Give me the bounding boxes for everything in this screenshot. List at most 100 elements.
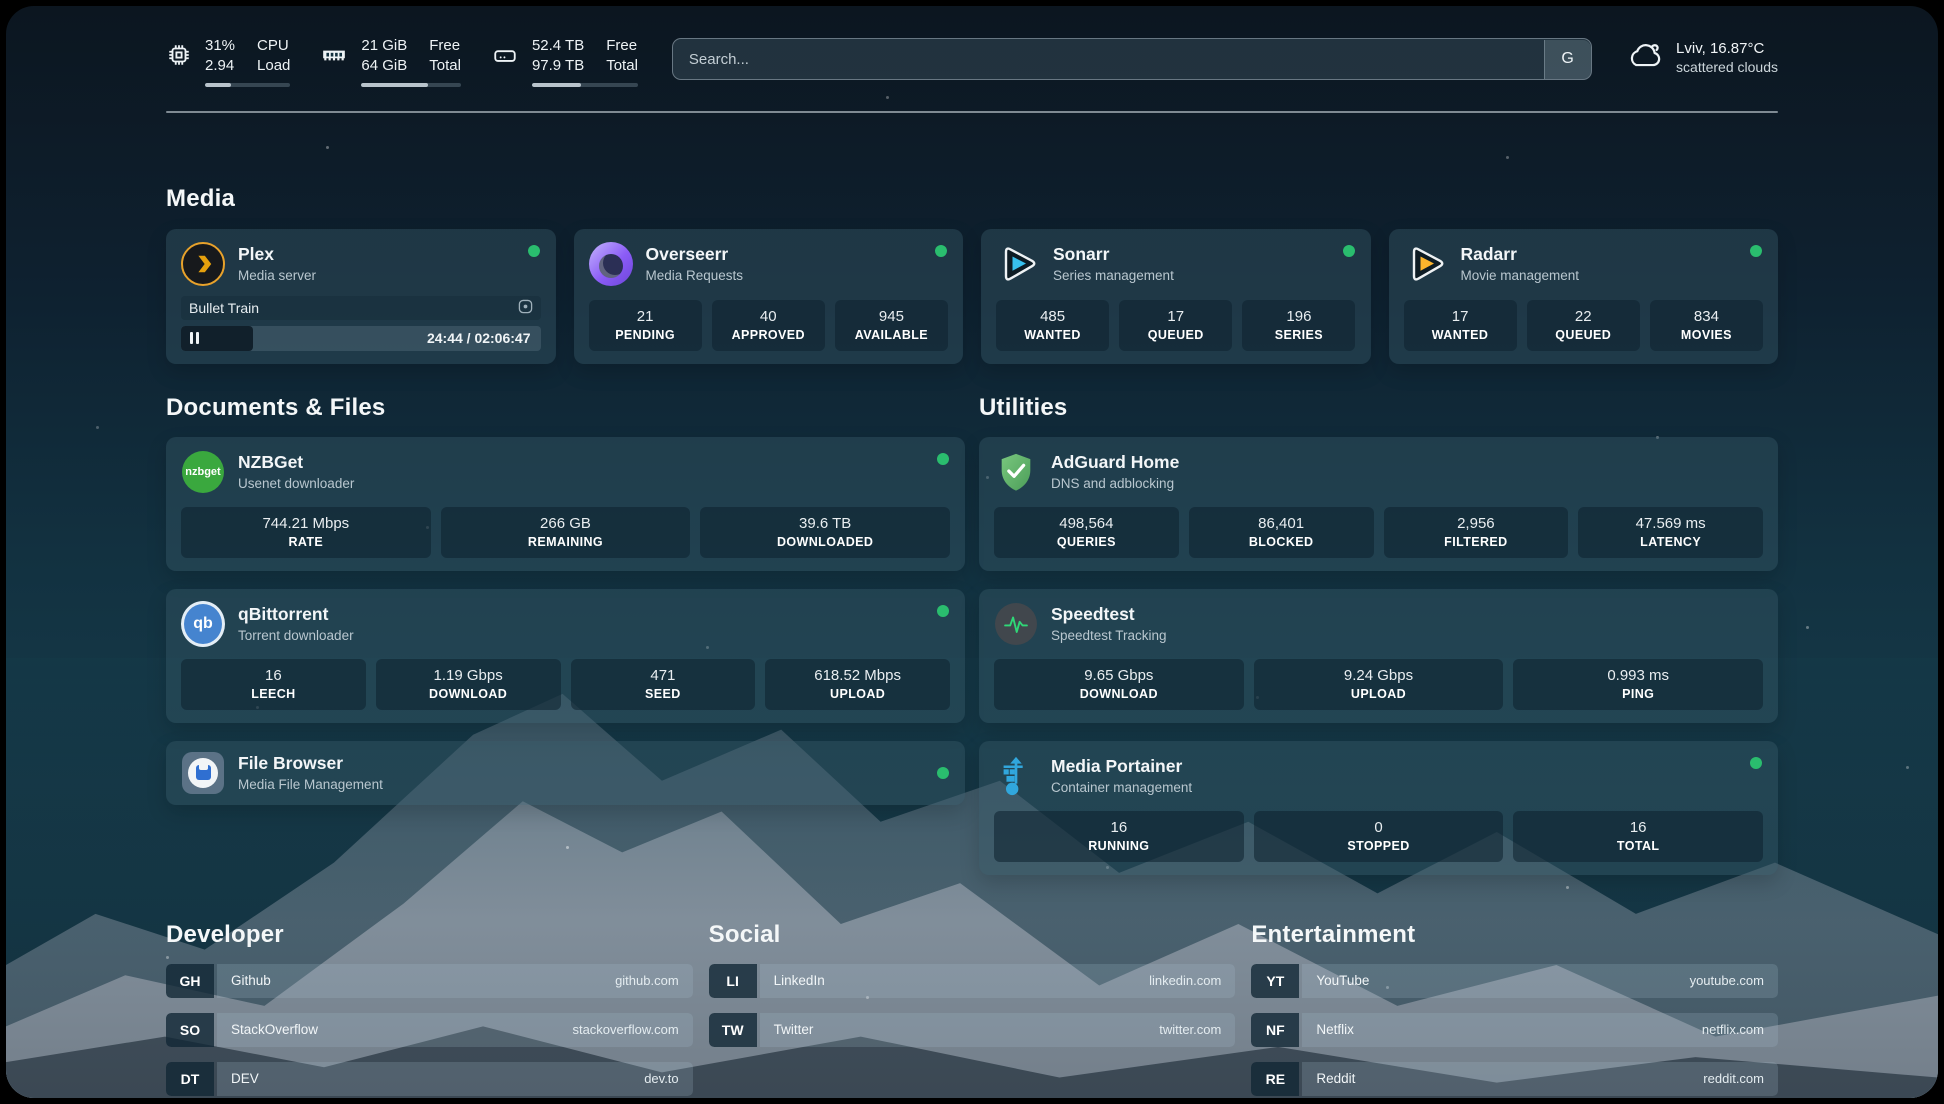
bookmark-url: netflix.com (1702, 1022, 1764, 1037)
bookmark-name: YouTube (1316, 973, 1369, 988)
stat-tile: 39.6 TBDOWNLOADED (700, 507, 950, 558)
bookmark-name: Github (231, 973, 271, 988)
disk-total-value: 97.9 TB (532, 56, 584, 76)
app-name: NZBGet (238, 452, 354, 472)
app-description: Movie management (1461, 268, 1580, 283)
app-card-overseerr[interactable]: Overseerr Media Requests 21PENDING 40APP… (574, 229, 964, 364)
status-dot (528, 245, 540, 257)
stat-tile: 834MOVIES (1650, 300, 1763, 351)
stat-tile: 196SERIES (1242, 300, 1355, 351)
app-card-speedtest[interactable]: Speedtest Speedtest Tracking 9.65 GbpsDO… (979, 589, 1778, 723)
pause-icon (190, 332, 199, 344)
plex-icon (181, 242, 225, 286)
stat-tile: 9.24 GbpsUPLOAD (1254, 659, 1504, 710)
search-input[interactable] (672, 38, 1592, 80)
bookmark-youtube[interactable]: YT YouTube youtube.com (1251, 964, 1778, 998)
app-card-adguard[interactable]: AdGuard Home DNS and adblocking 498,564Q… (979, 437, 1778, 571)
app-description: Torrent downloader (238, 628, 354, 643)
search-engine-button[interactable]: G (1544, 40, 1591, 79)
status-dot (1750, 245, 1762, 257)
cpu-load-label: Load (257, 56, 290, 76)
app-name: File Browser (238, 753, 383, 773)
stat-tile: 16TOTAL (1513, 811, 1763, 862)
stat-tile: 22QUEUED (1527, 300, 1640, 351)
bookmark-name: LinkedIn (774, 973, 825, 988)
disk-free-value: 52.4 TB (532, 36, 584, 56)
app-name: Plex (238, 244, 316, 264)
memory-usage-bar (361, 83, 461, 87)
status-dot (1750, 757, 1762, 769)
cloud-icon (1626, 39, 1664, 76)
app-description: DNS and adblocking (1051, 476, 1179, 491)
section-title-media: Media (166, 185, 1778, 213)
app-card-nzbget[interactable]: nzbget NZBGet Usenet downloader 744.21 M… (166, 437, 965, 571)
stat-tile: 498,564QUERIES (994, 507, 1179, 558)
app-description: Usenet downloader (238, 476, 354, 491)
radarr-icon (1404, 242, 1448, 286)
disk-usage-bar (532, 83, 638, 87)
stat-tile: 16LEECH (181, 659, 366, 710)
bookmark-url: twitter.com (1159, 1022, 1221, 1037)
bookmark-abbr: NF (1251, 1013, 1299, 1047)
app-description: Series management (1053, 268, 1174, 283)
section-title-social: Social (709, 921, 1236, 949)
portainer-icon (994, 754, 1038, 798)
stat-tile: 17WANTED (1404, 300, 1517, 351)
section-title-utilities: Utilities (979, 394, 1778, 422)
app-card-qbittorrent[interactable]: qb qBittorrent Torrent downloader 16LEEC… (166, 589, 965, 723)
bookmark-dev[interactable]: DT DEVdev.to (166, 1062, 693, 1096)
memory-free-label: Free (429, 36, 461, 56)
memory-icon (320, 42, 348, 73)
app-card-radarr[interactable]: Radarr Movie management 17WANTED 22QUEUE… (1389, 229, 1779, 364)
status-dot (937, 605, 949, 617)
bookmark-github[interactable]: GH Githubgithub.com (166, 964, 693, 998)
cpu-stat: 31%2.94 CPULoad (166, 36, 290, 87)
disk-icon (491, 42, 519, 73)
plex-now-playing: Bullet Train 24:44 / 02:06:47 (181, 296, 541, 351)
cpu-load-value: 2.94 (205, 56, 235, 76)
app-name: AdGuard Home (1051, 452, 1179, 472)
bookmark-abbr: YT (1251, 964, 1299, 998)
bookmark-netflix[interactable]: NF Netflix netflix.com (1251, 1013, 1778, 1047)
app-card-filebrowser[interactable]: File Browser Media File Management (166, 741, 965, 805)
bookmark-name: Reddit (1316, 1071, 1355, 1086)
weather-condition: scattered clouds (1676, 59, 1778, 75)
bookmark-url: linkedin.com (1149, 973, 1221, 988)
bookmark-url: youtube.com (1690, 973, 1764, 988)
nzbget-icon: nzbget (181, 450, 225, 494)
app-description: Media Requests (646, 268, 744, 283)
bookmark-name: StackOverflow (231, 1022, 318, 1037)
memory-free-value: 21 GiB (361, 36, 407, 56)
search-bar: G (672, 38, 1592, 80)
bookmark-linkedin[interactable]: LI LinkedInlinkedin.com (709, 964, 1236, 998)
bookmark-abbr: TW (709, 1013, 757, 1047)
weather-widget: Lviv, 16.87°C scattered clouds (1626, 39, 1778, 76)
bookmark-reddit[interactable]: RE Redditreddit.com (1251, 1062, 1778, 1096)
app-card-portainer[interactable]: Media Portainer Container management 16R… (979, 741, 1778, 875)
session-disc-icon (518, 299, 533, 317)
bookmark-stackoverflow[interactable]: SO StackOverflowstackoverflow.com (166, 1013, 693, 1047)
weather-location-temp: Lviv, 16.87°C (1676, 40, 1778, 57)
bookmark-twitter[interactable]: TW Twittertwitter.com (709, 1013, 1236, 1047)
bookmark-name: Netflix (1316, 1022, 1354, 1037)
qbittorrent-icon: qb (181, 602, 225, 646)
cpu-label: CPU (257, 36, 290, 56)
app-name: Sonarr (1053, 244, 1174, 264)
system-stats: 31%2.94 CPULoad (166, 36, 638, 87)
bookmark-url: reddit.com (1703, 1071, 1764, 1086)
stat-tile: 945AVAILABLE (835, 300, 948, 351)
stat-tile: 47.569 msLATENCY (1578, 507, 1763, 558)
cpu-icon (166, 42, 192, 73)
stat-tile: 86,401BLOCKED (1189, 507, 1374, 558)
dashboard-page: 31%2.94 CPULoad (6, 6, 1938, 1098)
stat-tile: 1.19 GbpsDOWNLOAD (376, 659, 561, 710)
playback-progress-bar: 24:44 / 02:06:47 (181, 326, 541, 351)
header-divider (166, 111, 1778, 113)
app-description: Container management (1051, 780, 1192, 795)
app-description: Media File Management (238, 777, 383, 792)
stat-tile: 21PENDING (589, 300, 702, 351)
status-dot (1343, 245, 1355, 257)
app-card-sonarr[interactable]: Sonarr Series management 485WANTED 17QUE… (981, 229, 1371, 364)
stat-tile: 17QUEUED (1119, 300, 1232, 351)
app-card-plex[interactable]: Plex Media server Bullet Train (166, 229, 556, 364)
